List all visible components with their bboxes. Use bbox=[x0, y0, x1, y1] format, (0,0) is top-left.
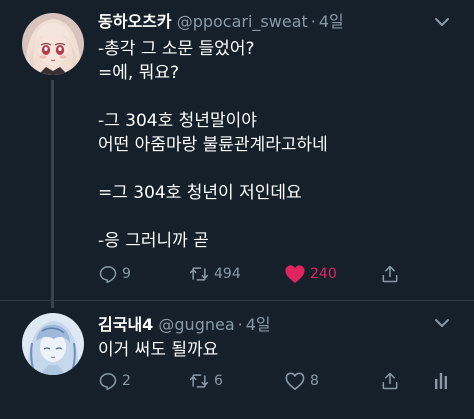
stats-button[interactable] bbox=[434, 369, 448, 393]
display-name[interactable]: 김국내4 bbox=[98, 315, 153, 334]
user-handle[interactable]: @ppocari_sweat bbox=[177, 12, 308, 31]
reply-count: 2 bbox=[122, 373, 131, 389]
more-button[interactable] bbox=[432, 14, 452, 30]
sketch-avatar-image bbox=[22, 313, 84, 375]
tweet[interactable]: 김국내4 @gugnea · 4일 이거 써도 될까요 2 6 8 bbox=[0, 300, 474, 419]
like-button[interactable]: 8 bbox=[284, 369, 319, 393]
timestamp[interactable]: 4일 bbox=[246, 315, 271, 334]
heart-filled-icon bbox=[285, 265, 305, 284]
user-handle[interactable]: @gugnea bbox=[158, 315, 234, 334]
chevron-down-icon bbox=[435, 319, 449, 327]
tweet-text: 이거 써도 될까요 bbox=[98, 340, 219, 360]
share-icon bbox=[382, 265, 398, 283]
anime-girl-avatar-image bbox=[22, 13, 84, 75]
like-count: 8 bbox=[310, 373, 319, 389]
like-count: 240 bbox=[310, 266, 337, 282]
avatar[interactable] bbox=[22, 313, 84, 375]
retweet-icon bbox=[189, 267, 209, 281]
retweet-icon bbox=[189, 374, 209, 388]
more-button[interactable] bbox=[432, 315, 452, 331]
retweet-count: 494 bbox=[214, 266, 241, 282]
separator: · bbox=[310, 12, 316, 31]
reply-icon bbox=[99, 373, 117, 391]
reply-button[interactable]: 9 bbox=[98, 262, 131, 286]
display-name[interactable]: 동하오츠카 bbox=[98, 12, 172, 31]
tweet-actions: 9 494 240 bbox=[98, 262, 428, 286]
tweet[interactable]: 동하오츠카 @ppocari_sweat · 4일 -총각 그 소문 들었어? =에… bbox=[0, 0, 474, 308]
thread-connector bbox=[51, 80, 54, 308]
timestamp[interactable]: 4일 bbox=[319, 12, 344, 31]
tweet-actions: 2 6 8 bbox=[98, 369, 447, 393]
tweet-text: -총각 그 소문 들었어? =에, 뭐요? -그 304호 청년말이야 어떤 아… bbox=[98, 39, 328, 251]
like-button[interactable]: 240 bbox=[284, 262, 337, 286]
heart-icon bbox=[285, 372, 305, 390]
reply-count: 9 bbox=[122, 266, 131, 282]
separator: · bbox=[237, 315, 243, 334]
tweet-header: 김국내4 @gugnea · 4일 bbox=[98, 315, 271, 335]
retweet-button[interactable]: 6 bbox=[188, 369, 223, 393]
share-button[interactable] bbox=[380, 369, 400, 393]
avatar[interactable] bbox=[22, 13, 84, 75]
retweet-button[interactable]: 494 bbox=[188, 262, 241, 286]
retweet-count: 6 bbox=[214, 373, 223, 389]
stats-icon bbox=[435, 373, 447, 389]
reply-icon bbox=[99, 266, 117, 284]
tweet-header: 동하오츠카 @ppocari_sweat · 4일 bbox=[98, 12, 344, 32]
share-icon bbox=[382, 372, 398, 390]
reply-button[interactable]: 2 bbox=[98, 369, 131, 393]
share-button[interactable] bbox=[380, 262, 400, 286]
chevron-down-icon bbox=[435, 18, 449, 26]
